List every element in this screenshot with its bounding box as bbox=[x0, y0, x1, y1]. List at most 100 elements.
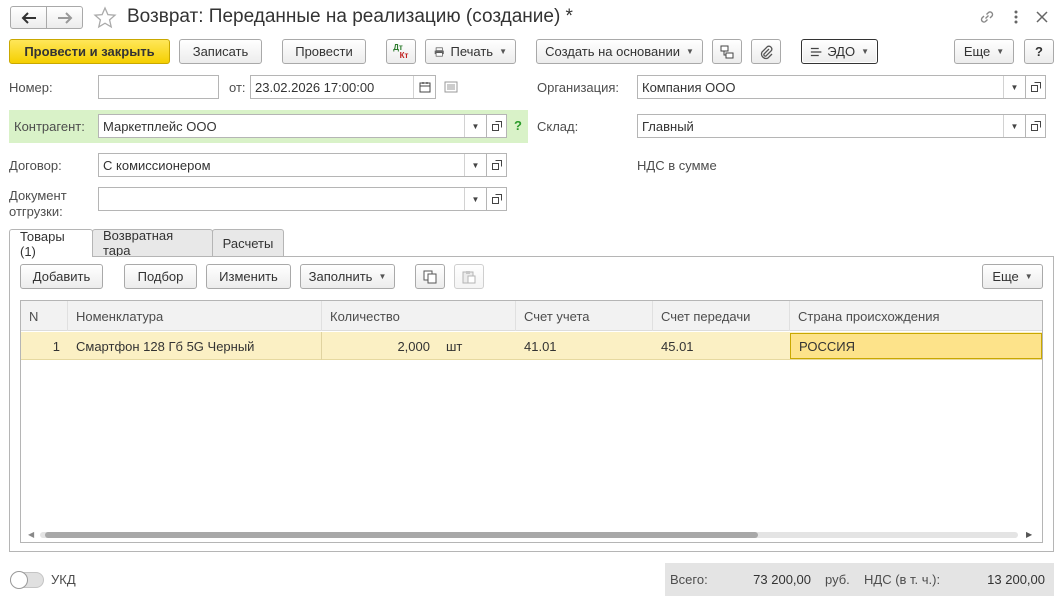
horizontal-scrollbar-thumb[interactable] bbox=[45, 532, 758, 538]
cell-unit: шт bbox=[446, 338, 463, 354]
printer-icon bbox=[434, 46, 444, 57]
open-external-icon bbox=[491, 194, 502, 204]
vat-mode-link[interactable]: НДС в сумме bbox=[637, 158, 717, 173]
back-button[interactable] bbox=[10, 6, 47, 29]
open-external-icon bbox=[1030, 82, 1041, 92]
chevron-down-icon[interactable]: ▼ bbox=[1003, 76, 1025, 98]
attach-button[interactable] bbox=[751, 39, 781, 64]
organization-label: Организация: bbox=[537, 80, 620, 95]
col-header-account[interactable]: Счет учета bbox=[516, 301, 653, 331]
open-external-icon bbox=[1030, 121, 1041, 131]
add-row-button[interactable]: Добавить bbox=[20, 264, 103, 289]
col-header-qty[interactable]: Количество bbox=[322, 301, 516, 331]
forward-button[interactable] bbox=[46, 6, 83, 29]
scroll-right-arrow[interactable]: ▶ bbox=[1026, 530, 1032, 539]
contract-open-button[interactable] bbox=[486, 153, 507, 177]
scroll-left-arrow[interactable]: ◀ bbox=[28, 530, 34, 539]
number-label: Номер: bbox=[9, 80, 53, 95]
edo-button[interactable]: ЭДО ▼ bbox=[801, 39, 878, 64]
shipment-doc-select[interactable]: ▼ bbox=[98, 187, 487, 211]
counterparty-open-button[interactable] bbox=[486, 114, 507, 138]
chevron-down-icon[interactable]: ▼ bbox=[1003, 115, 1025, 137]
arrow-right-icon bbox=[57, 11, 72, 24]
paste-button[interactable] bbox=[454, 264, 484, 289]
date-label: от: bbox=[229, 80, 246, 95]
structure-button[interactable] bbox=[712, 39, 742, 64]
counterparty-hint-icon[interactable]: ? bbox=[514, 118, 522, 133]
col-header-transfer-account[interactable]: Счет передачи bbox=[653, 301, 790, 331]
calendar-icon[interactable] bbox=[413, 76, 435, 98]
arrow-left-icon bbox=[21, 11, 36, 24]
ukd-toggle[interactable] bbox=[10, 571, 44, 589]
warehouse-open-button[interactable] bbox=[1025, 114, 1046, 138]
open-external-icon bbox=[491, 121, 502, 131]
vat-total-label: НДС (в т. ч.): bbox=[864, 572, 941, 587]
warehouse-label: Склад: bbox=[537, 119, 579, 134]
cell-transfer-account: 45.01 bbox=[661, 338, 694, 354]
favorite-star-icon[interactable] bbox=[93, 6, 117, 30]
create-based-on-button[interactable]: Создать на основании ▼ bbox=[536, 39, 703, 64]
total-label: Всего: bbox=[670, 572, 708, 587]
pick-button[interactable]: Подбор bbox=[124, 264, 197, 289]
structure-icon bbox=[720, 45, 734, 58]
number-input[interactable] bbox=[98, 75, 219, 99]
cell-country[interactable]: РОССИЯ bbox=[790, 333, 1042, 359]
chevron-down-icon: ▼ bbox=[996, 47, 1005, 56]
chevron-down-icon: ▼ bbox=[861, 47, 869, 56]
col-header-item[interactable]: Номенклатура bbox=[68, 301, 322, 331]
copy-button[interactable] bbox=[415, 264, 445, 289]
dt-kt-button[interactable]: Дт Кт bbox=[386, 39, 416, 64]
col-header-country[interactable]: Страна происхождения bbox=[790, 301, 1042, 331]
contract-label: Договор: bbox=[9, 158, 62, 173]
cell-n: 1 bbox=[52, 338, 60, 354]
open-external-icon bbox=[491, 160, 502, 170]
currency-label: руб. bbox=[825, 572, 850, 587]
paperclip-icon bbox=[760, 45, 773, 59]
chevron-down-icon[interactable]: ▼ bbox=[464, 188, 486, 210]
chevron-down-icon[interactable]: ▼ bbox=[464, 154, 486, 176]
col-header-n[interactable]: N bbox=[21, 301, 68, 331]
cell-qty: 2,000 bbox=[397, 338, 430, 354]
shipment-doc-label: Документ отгрузки: bbox=[9, 188, 67, 219]
paste-icon bbox=[462, 270, 476, 283]
copy-icon bbox=[423, 270, 437, 283]
more-vertical-icon[interactable] bbox=[1010, 8, 1022, 26]
help-button[interactable]: ? bbox=[1024, 39, 1054, 64]
warehouse-select[interactable]: Главный ▼ bbox=[637, 114, 1026, 138]
dt-kt-icon: Дт Кт bbox=[393, 42, 409, 60]
comment-icon[interactable] bbox=[444, 81, 458, 93]
tab-settlements[interactable]: Расчеты bbox=[212, 229, 284, 256]
chevron-down-icon: ▼ bbox=[378, 272, 387, 281]
more-button[interactable]: Еще ▼ bbox=[954, 39, 1014, 64]
link-icon[interactable] bbox=[978, 8, 996, 26]
shipment-doc-open-button[interactable] bbox=[486, 187, 507, 211]
save-button[interactable]: Записать bbox=[179, 39, 262, 64]
organization-select[interactable]: Компания ООО ▼ bbox=[637, 75, 1026, 99]
post-button[interactable]: Провести bbox=[282, 39, 366, 64]
ukd-label: УКД bbox=[51, 572, 76, 587]
total-value: 73 200,00 bbox=[753, 571, 811, 587]
vat-total-value: 13 200,00 bbox=[987, 571, 1045, 587]
print-button[interactable]: Печать ▼ bbox=[425, 39, 516, 64]
edo-icon bbox=[810, 47, 822, 56]
organization-open-button[interactable] bbox=[1025, 75, 1046, 99]
cell-item: Смартфон 128 Гб 5G Черный bbox=[76, 338, 255, 354]
fill-button[interactable]: Заполнить ▼ bbox=[300, 264, 395, 289]
post-and-close-button[interactable]: Провести и закрыть bbox=[9, 39, 170, 64]
close-icon[interactable] bbox=[1034, 9, 1050, 25]
page-title: Возврат: Переданные на реализацию (созда… bbox=[127, 6, 573, 27]
chevron-down-icon: ▼ bbox=[685, 47, 694, 56]
counterparty-label: Контрагент: bbox=[14, 119, 85, 134]
chevron-down-icon: ▼ bbox=[499, 47, 507, 56]
date-input[interactable]: 23.02.2026 17:00:00 bbox=[250, 75, 436, 99]
chevron-down-icon[interactable]: ▼ bbox=[464, 115, 486, 137]
tab-returnable-packaging[interactable]: Возвратная тара bbox=[92, 228, 213, 258]
contract-select[interactable]: С комиссионером ▼ bbox=[98, 153, 487, 177]
cell-account: 41.01 bbox=[524, 338, 557, 354]
chevron-down-icon: ▼ bbox=[1024, 272, 1033, 281]
counterparty-select[interactable]: Маркетплейс ООО ▼ bbox=[98, 114, 487, 138]
toggle-knob bbox=[10, 571, 28, 589]
edit-button[interactable]: Изменить bbox=[206, 264, 291, 289]
tab-goods[interactable]: Товары (1) bbox=[9, 229, 93, 259]
table-more-button[interactable]: Еще ▼ bbox=[982, 264, 1043, 289]
